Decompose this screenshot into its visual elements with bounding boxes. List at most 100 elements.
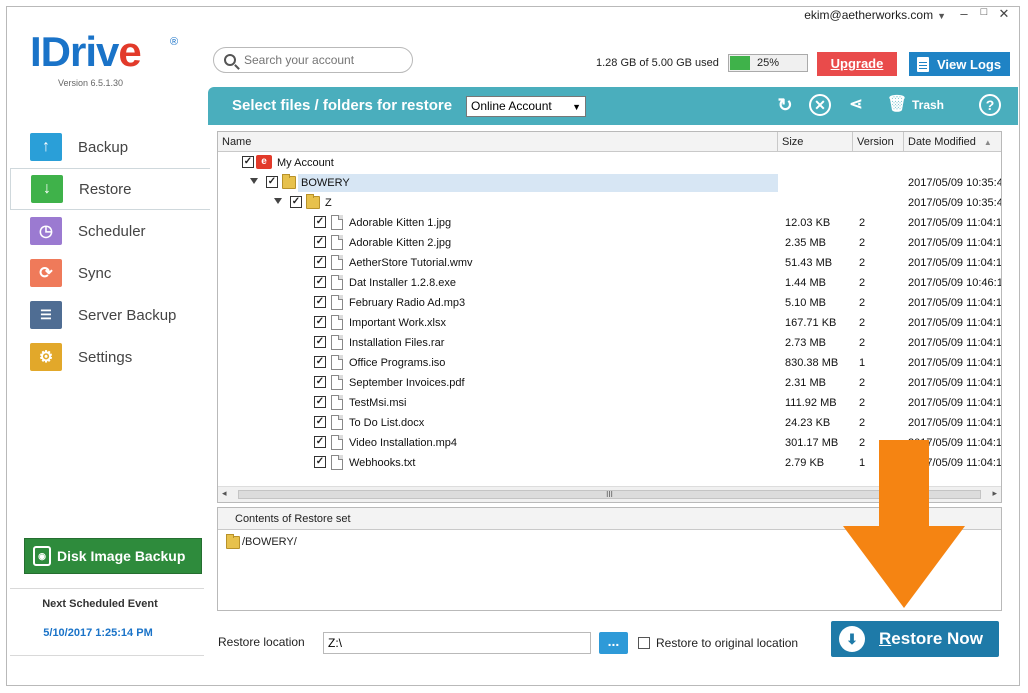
storage-usage-text: 1.28 GB of 5.00 GB used	[596, 57, 719, 69]
cloud-download-icon: ⬇	[839, 626, 865, 652]
table-row[interactable]: ✓ Adorable Kitten 1.jpg 12.03 KB 2 2017/05/0…	[218, 213, 1001, 233]
file-name: Installation Files.rar	[349, 337, 445, 349]
file-size: 830.38 MB	[785, 357, 839, 369]
expand-icon[interactable]	[250, 178, 258, 184]
checkbox[interactable]: ✓	[314, 456, 326, 468]
table-row[interactable]: ✓ Office Programs.iso 830.38 MB 1 2017/05/09…	[218, 353, 1001, 373]
minimize-icon[interactable]: –	[956, 6, 972, 21]
file-icon	[331, 275, 343, 290]
account-email: ekim@aetherworks.com	[804, 8, 934, 22]
help-icon[interactable]: ?	[979, 94, 1001, 116]
chevron-down-icon: ▼	[572, 102, 581, 112]
file-name: Webhooks.txt	[349, 457, 416, 469]
next-event-date[interactable]: 5/10/2017 1:25:14 PM	[10, 627, 186, 639]
column-name[interactable]: Name	[218, 132, 778, 152]
checkbox[interactable]: ✓	[314, 336, 326, 348]
sidebar-item-restore[interactable]: ↓ Restore	[10, 168, 210, 210]
file-icon	[331, 395, 343, 410]
close-icon[interactable]: ✕	[996, 6, 1012, 22]
table-row[interactable]: ✓ Dat Installer 1.2.8.exe 1.44 MB 2 2017/05/…	[218, 273, 1001, 293]
account-menu[interactable]: ekim@aetherworks.com ▼	[804, 8, 946, 22]
folder-icon	[226, 534, 240, 549]
checkbox[interactable]: ✓	[314, 436, 326, 448]
checkbox[interactable]: ✓	[314, 256, 326, 268]
file-size: 111.92 MB	[785, 397, 837, 409]
maximize-icon[interactable]: □	[976, 6, 992, 18]
quota-percent: 25%	[756, 57, 780, 69]
tree-row-folder[interactable]: ✓ BOWERY 2017/05/09 10:35:4	[218, 173, 1001, 193]
source-select[interactable]: Online Account ▼	[466, 96, 586, 117]
table-row[interactable]: ✓ TestMsi.msi 111.92 MB 2 2017/05/09 11:04:1	[218, 393, 1001, 413]
checkbox[interactable]: ✓	[242, 156, 254, 168]
file-icon	[331, 415, 343, 430]
checkbox[interactable]: ✓	[314, 416, 326, 428]
table-row[interactable]: ✓ Adorable Kitten 2.jpg 2.35 MB 2 2017/05/09…	[218, 233, 1001, 253]
table-row[interactable]: ✓ Installation Files.rar 2.73 MB 2 2017/05/0…	[218, 333, 1001, 353]
sidebar-item-settings[interactable]: ⚙ Settings	[10, 336, 204, 378]
annotation-arrow-icon	[843, 440, 965, 608]
search-icon	[224, 54, 236, 66]
sidebar-item-backup[interactable]: ↑ Backup	[10, 126, 204, 168]
restore-set-item[interactable]: /BOWERY/	[226, 534, 297, 549]
column-version[interactable]: Version	[853, 132, 904, 152]
checkbox[interactable]: ✓	[314, 236, 326, 248]
search-input[interactable]	[244, 53, 404, 67]
browse-button[interactable]: ...	[599, 632, 628, 654]
file-name: Adorable Kitten 2.jpg	[349, 237, 452, 249]
file-date: 2017/05/09 11:04:1	[908, 257, 1002, 269]
table-row[interactable]: ✓ AetherStore Tutorial.wmv 51.43 MB 2 2017/0…	[218, 253, 1001, 273]
checkbox[interactable]: ✓	[314, 216, 326, 228]
checkbox[interactable]: ✓	[314, 276, 326, 288]
file-icon	[331, 255, 343, 270]
expand-icon[interactable]	[274, 198, 282, 204]
sidebar-item-server-backup[interactable]: ☰ Server Backup	[10, 294, 204, 336]
table-row[interactable]: ✓ To Do List.docx 24.23 KB 2 2017/05/09 11:0…	[218, 413, 1001, 433]
checkbox[interactable]: ✓	[290, 196, 302, 208]
table-row[interactable]: ✓ Important Work.xlsx 167.71 KB 2 2017/05/09…	[218, 313, 1001, 333]
restore-original-checkbox[interactable]	[638, 637, 650, 649]
file-name: TestMsi.msi	[349, 397, 407, 409]
checkbox[interactable]: ✓	[314, 396, 326, 408]
table-row[interactable]: ✓ September Invoices.pdf 2.31 MB 2 2017/05/0…	[218, 373, 1001, 393]
sidebar-item-scheduler[interactable]: ◷ Scheduler	[10, 210, 204, 252]
refresh-icon[interactable]: ↻	[774, 94, 796, 116]
file-name: Important Work.xlsx	[349, 317, 446, 329]
upgrade-button[interactable]: Upgrade	[817, 52, 897, 76]
file-date: 2017/05/09 11:04:1	[908, 357, 1002, 369]
tree-row-root[interactable]: ✓ e My Account	[218, 153, 1001, 173]
share-icon[interactable]: ⋖	[845, 94, 867, 116]
tree-row-subfolder[interactable]: ✓ Z 2017/05/09 10:35:4	[218, 193, 1001, 213]
file-date: 2017/05/09 11:04:1	[908, 237, 1002, 249]
trash-button[interactable]: Trash	[912, 98, 944, 112]
table-row[interactable]: ✓ February Radio Ad.mp3 5.10 MB 2 2017/05/09…	[218, 293, 1001, 313]
document-icon	[917, 56, 929, 72]
scroll-left-icon[interactable]: ◂	[222, 488, 227, 499]
trash-icon[interactable]: 🗑︎	[886, 94, 908, 116]
disk-image-backup-button[interactable]: ◉ Disk Image Backup	[24, 538, 202, 574]
view-logs-button[interactable]: View Logs	[909, 52, 1010, 76]
cancel-icon[interactable]: ✕	[809, 94, 831, 116]
server-icon: ☰	[30, 301, 62, 329]
checkbox[interactable]: ✓	[314, 296, 326, 308]
checkbox[interactable]: ✓	[266, 176, 278, 188]
scroll-right-icon[interactable]: ▸	[992, 488, 997, 499]
column-size[interactable]: Size	[778, 132, 853, 152]
checkbox[interactable]: ✓	[314, 316, 326, 328]
file-version: 2	[859, 417, 866, 429]
restore-now-button[interactable]: ⬇ Restore Now	[831, 621, 999, 657]
sidebar-item-sync[interactable]: ⟳ Sync	[10, 252, 204, 294]
file-icon	[331, 315, 343, 330]
file-name: To Do List.docx	[349, 417, 425, 429]
file-icon	[331, 235, 343, 250]
checkbox[interactable]: ✓	[314, 376, 326, 388]
file-date: 2017/05/09 11:04:1	[908, 377, 1002, 389]
file-size: 2.31 MB	[785, 377, 826, 389]
sort-asc-icon: ▲	[983, 138, 992, 147]
column-date[interactable]: Date Modified ▲	[904, 132, 1001, 152]
restore-location-input[interactable]	[323, 632, 591, 654]
storage-quota-bar: 25%	[728, 54, 808, 72]
file-size: 2.35 MB	[785, 237, 826, 249]
table-header: Name Size Version Date Modified ▲	[218, 132, 1001, 152]
checkbox[interactable]: ✓	[314, 356, 326, 368]
folder-icon	[306, 194, 320, 209]
